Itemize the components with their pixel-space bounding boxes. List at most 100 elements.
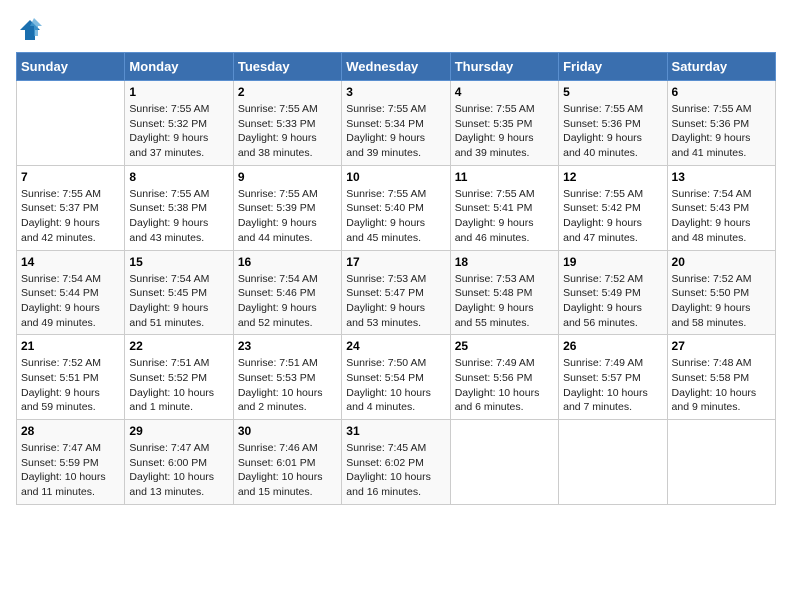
calendar-cell: 11 Sunrise: 7:55 AM Sunset: 5:41 PM Dayli… (450, 165, 558, 250)
day-number: 10 (346, 170, 445, 184)
week-row-2: 7 Sunrise: 7:55 AM Sunset: 5:37 PM Daylig… (17, 165, 776, 250)
day-number: 20 (672, 255, 771, 269)
day-info: Sunrise: 7:52 AM Sunset: 5:50 PM Dayligh… (672, 272, 771, 331)
day-info: Sunrise: 7:46 AM Sunset: 6:01 PM Dayligh… (238, 441, 337, 500)
day-number: 23 (238, 339, 337, 353)
calendar-cell: 13Sunrise: 7:54 AM Sunset: 5:43 PM Dayli… (667, 165, 775, 250)
day-number: 24 (346, 339, 445, 353)
header-cell-monday: Monday (125, 53, 233, 81)
calendar-cell: 24 Sunrise: 7:50 AM Sunset: 5:54 PM Dayli… (342, 335, 450, 420)
day-info: Sunrise: 7:55 AM Sunset: 5:40 PM Dayligh… (346, 187, 445, 246)
day-info: Sunrise: 7:55 AM Sunset: 5:38 PM Dayligh… (129, 187, 228, 246)
day-info: Sunrise: 7:49 AM Sunset: 5:56 PM Dayligh… (455, 356, 554, 415)
header-cell-friday: Friday (559, 53, 667, 81)
day-number: 28 (21, 424, 120, 438)
header-cell-tuesday: Tuesday (233, 53, 341, 81)
day-info: Sunrise: 7:47 AM Sunset: 6:00 PM Dayligh… (129, 441, 228, 500)
header-cell-sunday: Sunday (17, 53, 125, 81)
day-number: 31 (346, 424, 445, 438)
calendar-cell: 12 Sunrise: 7:55 AM Sunset: 5:42 PM Dayli… (559, 165, 667, 250)
header-cell-saturday: Saturday (667, 53, 775, 81)
day-number: 1 (129, 85, 228, 99)
calendar-cell: 29 Sunrise: 7:47 AM Sunset: 6:00 PM Dayli… (125, 420, 233, 505)
day-number: 9 (238, 170, 337, 184)
calendar-cell: 30 Sunrise: 7:46 AM Sunset: 6:01 PM Dayli… (233, 420, 341, 505)
day-number: 11 (455, 170, 554, 184)
day-info: Sunrise: 7:55 AM Sunset: 5:36 PM Dayligh… (563, 102, 662, 161)
calendar-cell: 20 Sunrise: 7:52 AM Sunset: 5:50 PM Dayli… (667, 250, 775, 335)
day-number: 3 (346, 85, 445, 99)
day-number: 5 (563, 85, 662, 99)
calendar-cell: 27Sunrise: 7:48 AM Sunset: 5:58 PM Dayli… (667, 335, 775, 420)
day-info: Sunrise: 7:54 AM Sunset: 5:45 PM Dayligh… (129, 272, 228, 331)
day-number: 7 (21, 170, 120, 184)
calendar-cell: 28 Sunrise: 7:47 AM Sunset: 5:59 PM Dayli… (17, 420, 125, 505)
day-number: 25 (455, 339, 554, 353)
page-header (16, 16, 776, 44)
calendar-cell: 10 Sunrise: 7:55 AM Sunset: 5:40 PM Dayli… (342, 165, 450, 250)
day-info: Sunrise: 7:49 AM Sunset: 5:57 PM Dayligh… (563, 356, 662, 415)
day-number: 30 (238, 424, 337, 438)
day-number: 17 (346, 255, 445, 269)
calendar-cell: 23 Sunrise: 7:51 AM Sunset: 5:53 PM Dayli… (233, 335, 341, 420)
logo (16, 16, 48, 44)
calendar-cell: 8 Sunrise: 7:55 AM Sunset: 5:38 PM Daylig… (125, 165, 233, 250)
calendar-cell (450, 420, 558, 505)
calendar-cell: 25 Sunrise: 7:49 AM Sunset: 5:56 PM Dayli… (450, 335, 558, 420)
calendar-cell: 7 Sunrise: 7:55 AM Sunset: 5:37 PM Daylig… (17, 165, 125, 250)
day-info: Sunrise: 7:47 AM Sunset: 5:59 PM Dayligh… (21, 441, 120, 500)
calendar-cell: 5 Sunrise: 7:55 AM Sunset: 5:36 PM Daylig… (559, 81, 667, 166)
day-number: 6 (672, 85, 771, 99)
day-number: 27 (672, 339, 771, 353)
day-number: 4 (455, 85, 554, 99)
calendar-cell: 3Sunrise: 7:55 AM Sunset: 5:34 PM Daylig… (342, 81, 450, 166)
day-number: 16 (238, 255, 337, 269)
day-info: Sunrise: 7:55 AM Sunset: 5:42 PM Dayligh… (563, 187, 662, 246)
day-info: Sunrise: 7:50 AM Sunset: 5:54 PM Dayligh… (346, 356, 445, 415)
logo-icon (16, 16, 44, 44)
calendar-cell: 21Sunrise: 7:52 AM Sunset: 5:51 PM Dayli… (17, 335, 125, 420)
day-info: Sunrise: 7:55 AM Sunset: 5:39 PM Dayligh… (238, 187, 337, 246)
day-info: Sunrise: 7:55 AM Sunset: 5:37 PM Dayligh… (21, 187, 120, 246)
calendar-cell: 6 Sunrise: 7:55 AM Sunset: 5:36 PM Daylig… (667, 81, 775, 166)
day-number: 29 (129, 424, 228, 438)
calendar-cell: 22 Sunrise: 7:51 AM Sunset: 5:52 PM Dayli… (125, 335, 233, 420)
day-number: 8 (129, 170, 228, 184)
calendar-cell: 19Sunrise: 7:52 AM Sunset: 5:49 PM Dayli… (559, 250, 667, 335)
calendar-cell: 9 Sunrise: 7:55 AM Sunset: 5:39 PM Daylig… (233, 165, 341, 250)
day-info: Sunrise: 7:54 AM Sunset: 5:43 PM Dayligh… (672, 187, 771, 246)
week-row-4: 21Sunrise: 7:52 AM Sunset: 5:51 PM Dayli… (17, 335, 776, 420)
day-number: 12 (563, 170, 662, 184)
header-cell-thursday: Thursday (450, 53, 558, 81)
calendar-cell: 2Sunrise: 7:55 AM Sunset: 5:33 PM Daylig… (233, 81, 341, 166)
day-number: 15 (129, 255, 228, 269)
day-info: Sunrise: 7:51 AM Sunset: 5:53 PM Dayligh… (238, 356, 337, 415)
calendar-cell: 16 Sunrise: 7:54 AM Sunset: 5:46 PM Dayli… (233, 250, 341, 335)
calendar-cell: 1Sunrise: 7:55 AM Sunset: 5:32 PM Daylig… (125, 81, 233, 166)
week-row-3: 14 Sunrise: 7:54 AM Sunset: 5:44 PM Dayli… (17, 250, 776, 335)
calendar-cell: 14 Sunrise: 7:54 AM Sunset: 5:44 PM Dayli… (17, 250, 125, 335)
day-number: 26 (563, 339, 662, 353)
calendar-table: SundayMondayTuesdayWednesdayThursdayFrid… (16, 52, 776, 505)
day-number: 19 (563, 255, 662, 269)
day-info: Sunrise: 7:55 AM Sunset: 5:35 PM Dayligh… (455, 102, 554, 161)
calendar-cell: 26 Sunrise: 7:49 AM Sunset: 5:57 PM Dayli… (559, 335, 667, 420)
week-row-5: 28 Sunrise: 7:47 AM Sunset: 5:59 PM Dayli… (17, 420, 776, 505)
calendar-cell (17, 81, 125, 166)
calendar-cell (667, 420, 775, 505)
day-info: Sunrise: 7:51 AM Sunset: 5:52 PM Dayligh… (129, 356, 228, 415)
week-row-1: 1Sunrise: 7:55 AM Sunset: 5:32 PM Daylig… (17, 81, 776, 166)
day-info: Sunrise: 7:54 AM Sunset: 5:46 PM Dayligh… (238, 272, 337, 331)
day-info: Sunrise: 7:53 AM Sunset: 5:48 PM Dayligh… (455, 272, 554, 331)
day-number: 18 (455, 255, 554, 269)
header-cell-wednesday: Wednesday (342, 53, 450, 81)
day-number: 2 (238, 85, 337, 99)
day-info: Sunrise: 7:55 AM Sunset: 5:41 PM Dayligh… (455, 187, 554, 246)
calendar-cell: 31Sunrise: 7:45 AM Sunset: 6:02 PM Dayli… (342, 420, 450, 505)
day-number: 14 (21, 255, 120, 269)
calendar-cell: 17Sunrise: 7:53 AM Sunset: 5:47 PM Dayli… (342, 250, 450, 335)
day-info: Sunrise: 7:55 AM Sunset: 5:36 PM Dayligh… (672, 102, 771, 161)
header-row: SundayMondayTuesdayWednesdayThursdayFrid… (17, 53, 776, 81)
day-info: Sunrise: 7:54 AM Sunset: 5:44 PM Dayligh… (21, 272, 120, 331)
day-number: 22 (129, 339, 228, 353)
